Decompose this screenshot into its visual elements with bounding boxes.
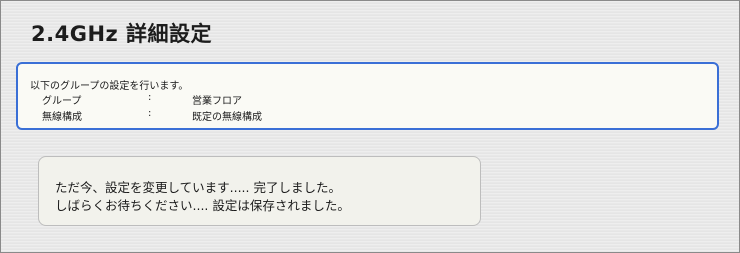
info-intro-text: 以下のグループの設定を行います。 <box>30 81 189 92</box>
wireless-config-separator: : <box>148 108 152 119</box>
group-label: グループ <box>42 96 82 107</box>
wireless-config-label: 無線構成 <box>42 112 82 123</box>
group-separator: : <box>148 92 152 103</box>
wireless-config-value: 既定の無線構成 <box>192 112 262 123</box>
settings-panel: 2.4GHz 詳細設定 以下のグループの設定を行います。 グループ : 営業フロ… <box>0 0 740 253</box>
status-message-box: ただ今、設定を変更しています..... 完了しました。 しばらくお待ちください.… <box>38 156 481 226</box>
page-title: 2.4GHz 詳細設定 <box>31 22 213 46</box>
group-info-box: 以下のグループの設定を行います。 グループ : 営業フロア 無線構成 : 既定の… <box>16 62 719 130</box>
status-message-line-2: しばらくお待ちください.... 設定は保存されました。 <box>55 198 350 213</box>
group-value: 営業フロア <box>192 96 242 107</box>
status-message-line-1: ただ今、設定を変更しています..... 完了しました。 <box>55 180 341 195</box>
